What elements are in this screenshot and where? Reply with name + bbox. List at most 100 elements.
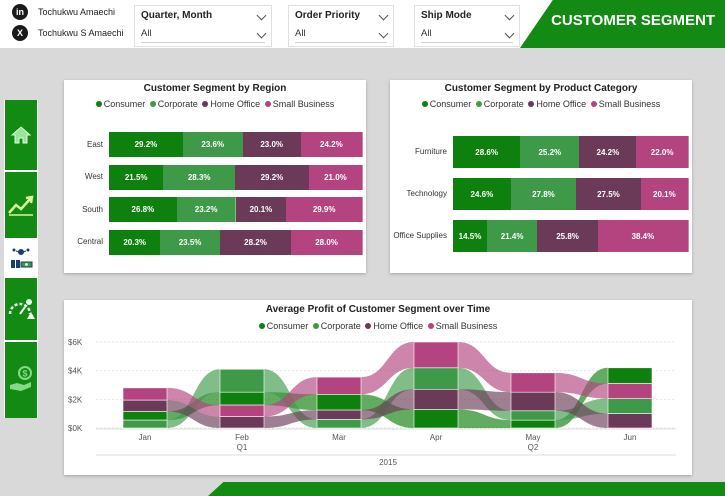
legend-home-office[interactable]: Home Office [202,99,260,109]
bar-office-supplies-home-office[interactable]: 25.8% [537,220,599,252]
column-apr-small-business[interactable] [413,341,459,369]
region-chart-legend: Consumer Corporate Home Office Small Bus… [64,99,366,109]
category-label-west: West [84,172,103,181]
bar-furniture-corporate[interactable]: 25.2% [520,136,581,168]
column-apr-corporate[interactable] [413,367,459,390]
column-mar-corporate[interactable] [316,419,362,429]
data-label: 29.9% [312,205,336,214]
quarter-month-dropdown[interactable]: All [141,28,267,43]
linkedin-name: Tochukwu Amaechi [38,7,116,17]
category-label-east: East [86,139,103,149]
column-jan-corporate[interactable] [122,419,168,429]
column-jan-small-business[interactable] [122,387,168,401]
column-mar-consumer[interactable] [316,394,362,411]
bar-furniture-consumer[interactable]: 28.6% [453,136,522,168]
legend-consumer[interactable]: Consumer [421,99,471,109]
data-label: 21.4% [500,231,524,241]
legend-corporate[interactable]: Corporate [475,99,524,109]
bar-technology-consumer[interactable]: 24.6% [453,178,512,210]
data-label: 28.0% [315,237,338,247]
data-label: 21.5% [124,172,148,182]
nav-shipping-risk[interactable] [5,278,37,340]
data-label: 29.2% [260,172,284,182]
data-label: 38.4% [631,231,655,241]
order-priority-value: All [295,28,306,39]
bar-office-supplies-consumer[interactable]: 14.5% [453,220,489,252]
column-may-small-business[interactable] [510,372,556,393]
data-label: 24.6% [470,189,494,199]
bar-south-small-business[interactable]: 29.9% [286,197,363,222]
category-label-technology: Technology [406,189,447,198]
x-tick-label: Jan [139,433,152,442]
bar-technology-small-business[interactable]: 20.1% [640,178,689,210]
bar-furniture-small-business[interactable]: 22.0% [636,136,689,168]
linkedin-icon: in [12,4,28,20]
bar-office-supplies-corporate[interactable]: 21.4% [487,220,539,252]
bar-south-corporate[interactable]: 23.2% [176,197,237,222]
linkedin-link[interactable]: in Tochukwu Amaechi [12,4,115,20]
nav-customer-segment[interactable] [5,240,37,276]
bar-south-consumer[interactable]: 26.8% [109,197,178,222]
column-feb-small-business[interactable] [219,404,265,417]
sidebar-nav: $ [4,100,38,418]
legend-small-business[interactable]: Small Business [590,99,660,109]
bottom-banner [208,482,725,496]
column-jan-home-office[interactable] [122,399,168,412]
column-jan-consumer[interactable] [122,411,168,421]
data-label: 28.6% [475,147,498,157]
column-jun-small-business[interactable] [607,383,653,399]
legend-consumer[interactable]: Consumer [95,99,145,109]
profit-ribbon-plot: $6K $4K $2K $0K Jan Feb Mar Apr May Jun Q1 Q2 2015 [68,338,676,467]
column-feb-corporate[interactable] [219,368,265,393]
nav-trend[interactable] [5,172,37,238]
column-jun-home-office[interactable] [607,413,653,429]
column-may-home-office[interactable] [510,391,556,412]
order-priority-label: Order Priority [295,10,361,21]
bar-east-small-business[interactable]: 24.2% [300,132,363,157]
ship-mode-dropdown[interactable]: All [421,28,515,43]
order-priority-slicer[interactable]: Order Priority All [288,5,394,47]
bar-technology-corporate[interactable]: 27.8% [510,178,578,210]
data-label: 25.2% [538,147,562,157]
bar-central-consumer[interactable]: 20.3% [109,229,162,255]
data-label: 23.6% [201,140,225,149]
column-may-corporate[interactable] [510,410,556,421]
ship-mode-slicer[interactable]: Ship Mode All [414,5,520,47]
bar-east-home-office[interactable]: 23.0% [242,132,302,157]
order-priority-dropdown[interactable]: All [295,28,389,43]
column-jun-corporate[interactable] [607,398,653,414]
column-apr-home-office[interactable] [413,389,459,410]
data-label: 23.5% [178,237,202,247]
column-apr-consumer[interactable] [413,409,459,429]
bar-east-consumer[interactable]: 29.2% [109,132,184,157]
column-mar-home-office[interactable] [316,409,362,420]
column-feb-home-office[interactable] [219,416,265,429]
x-icon: X [12,25,28,41]
column-may-consumer[interactable] [510,419,556,429]
bar-office-supplies-small-business[interactable]: 38.4% [597,220,689,252]
bar-west-home-office[interactable]: 29.2% [234,164,310,190]
chevron-down-icon [256,28,267,39]
bar-central-home-office[interactable]: 28.2% [219,229,293,255]
bar-central-small-business[interactable]: 28.0% [291,229,363,255]
bar-central-corporate[interactable]: 23.5% [160,229,221,255]
nav-profit[interactable]: $ [5,342,37,418]
legend-small-business[interactable]: Small Business [264,99,334,109]
bar-east-corporate[interactable]: 23.6% [182,132,244,157]
bar-west-small-business[interactable]: 21.0% [308,164,363,190]
bar-west-consumer[interactable]: 21.5% [109,164,165,190]
bar-south-home-office[interactable]: 20.1% [235,197,288,222]
bar-furniture-home-office[interactable]: 24.2% [579,136,638,168]
y-tick-label: $0K [68,424,83,433]
nav-home[interactable] [5,100,37,170]
bar-technology-home-office[interactable]: 27.5% [576,178,642,210]
legend-corporate[interactable]: Corporate [149,99,198,109]
bar-west-corporate[interactable]: 28.3% [163,164,236,190]
column-mar-small-business[interactable] [316,376,362,395]
column-jun-consumer[interactable] [607,367,653,384]
legend-home-office[interactable]: Home Office [528,99,586,109]
data-label: 23.2% [194,205,218,214]
x-link[interactable]: X Tochukwu S Amaechi [12,25,124,41]
column-feb-consumer[interactable] [219,391,265,406]
quarter-month-slicer[interactable]: Quarter, Month All [134,5,272,47]
